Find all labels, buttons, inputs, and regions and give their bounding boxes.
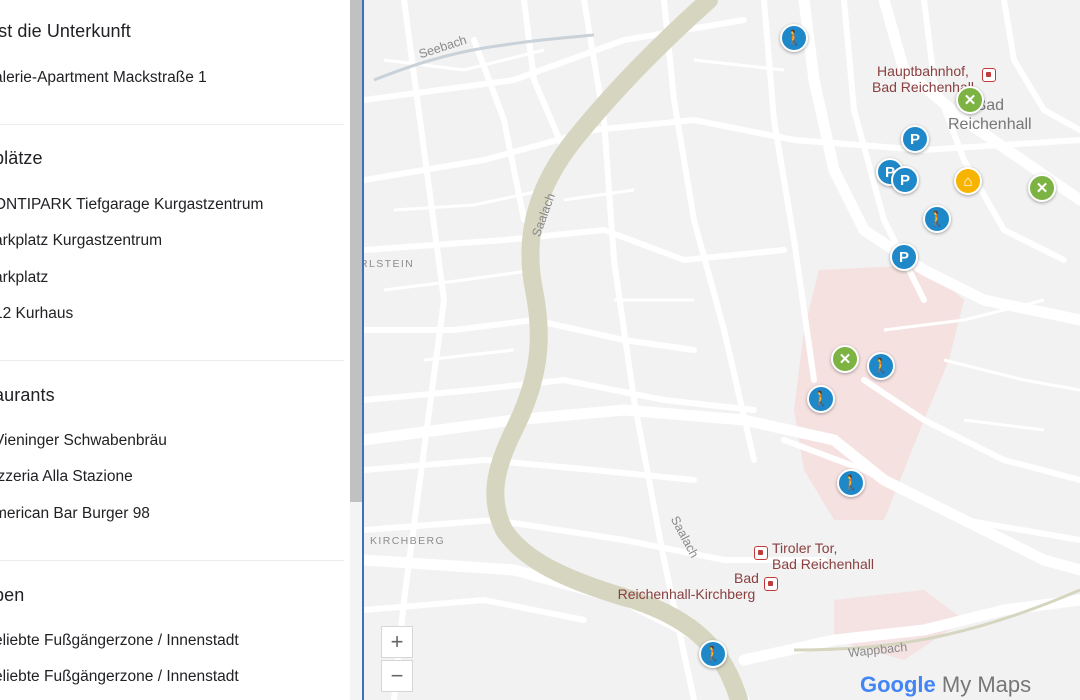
list-item[interactable]: arkplatz Kurgastzentrum [0, 232, 162, 250]
hiking-icon: 🚶 [703, 646, 723, 663]
parking-icon: P [899, 171, 910, 189]
list-item[interactable]: ONTIPARK Tiefgarage Kurgastzentrum [0, 196, 263, 214]
parking-icon: P [909, 130, 920, 148]
section-title-erleben: ben [0, 585, 25, 605]
hiking-marker[interactable]: 🚶 [807, 385, 835, 413]
divider [0, 360, 344, 361]
hiking-marker[interactable]: 🚶 [699, 640, 727, 668]
restaurant-marker[interactable]: ✕ [831, 345, 859, 373]
parking-marker[interactable]: P [890, 243, 918, 271]
restaurant-marker[interactable]: ✕ [956, 86, 984, 114]
parking-marker[interactable]: P [891, 166, 919, 194]
list-item[interactable]: 12 Kurhaus [0, 305, 73, 323]
restaurant-icon: ✕ [963, 92, 977, 109]
home-icon: ⌂ [963, 172, 973, 190]
divider [0, 560, 344, 561]
hiking-icon: 🚶 [841, 475, 861, 492]
list-item[interactable]: Vieninger Schwabenbräu [0, 432, 167, 450]
hiking-icon: 🚶 [784, 30, 804, 47]
list-item[interactable]: merican Bar Burger 98 [0, 505, 150, 523]
restaurant-icon: ✕ [838, 351, 852, 368]
restaurant-marker[interactable]: ✕ [1028, 174, 1056, 202]
hiking-icon: 🚶 [811, 391, 831, 408]
section-title-parkplaetze: plätze [0, 148, 43, 168]
parking-marker[interactable]: P [901, 125, 929, 153]
parking-icon: P [898, 248, 909, 266]
list-item[interactable]: eliebte Fußgängerzone / Innenstadt [0, 668, 239, 686]
section-title-restaurants: aurants [0, 385, 55, 405]
train-station-icon[interactable] [982, 68, 996, 82]
legend-sidebar: ist die Unterkunft alerie-Apartment Mack… [0, 0, 350, 700]
list-item[interactable]: eliebte Fußgängerzone / Innenstadt [0, 632, 239, 650]
map-canvas[interactable]: Seebach Saalach Saalach Wappbach RLSTEIN… [364, 0, 1080, 700]
list-item[interactable]: arkplatz [0, 269, 48, 287]
hiking-icon: 🚶 [927, 211, 947, 228]
google-my-maps-logo: Google My Maps [860, 672, 1032, 697]
restaurant-icon: ✕ [1035, 180, 1049, 197]
kirchberg-label: KIRCHBERG [370, 535, 446, 547]
hiking-marker[interactable]: 🚶 [867, 352, 895, 380]
train-station-icon[interactable] [764, 577, 778, 591]
kirchberg-station-label: Bad Reichenhall-Kirchberg [617, 570, 759, 602]
accommodation-marker[interactable]: ⌂ [954, 167, 982, 195]
section-title-unterkunft: ist die Unterkunft [0, 21, 131, 41]
list-item[interactable]: alerie-Apartment Mackstraße 1 [0, 69, 207, 87]
hiking-marker[interactable]: 🚶 [837, 469, 865, 497]
zoom-out-button[interactable]: − [381, 660, 413, 692]
hiking-icon: 🚶 [871, 358, 891, 375]
hiking-marker[interactable]: 🚶 [780, 24, 808, 52]
list-item[interactable]: izzeria Alla Stazione [0, 468, 133, 486]
train-station-icon[interactable] [754, 546, 768, 560]
divider [0, 124, 344, 125]
sidebar-scrollbar-thumb[interactable] [350, 0, 362, 502]
karlstein-label: RLSTEIN [364, 258, 415, 270]
zoom-in-button[interactable]: + [381, 626, 413, 658]
tiroler-tor-label: Tiroler Tor, Bad Reichenhall [772, 540, 874, 572]
hiking-marker[interactable]: 🚶 [923, 205, 951, 233]
